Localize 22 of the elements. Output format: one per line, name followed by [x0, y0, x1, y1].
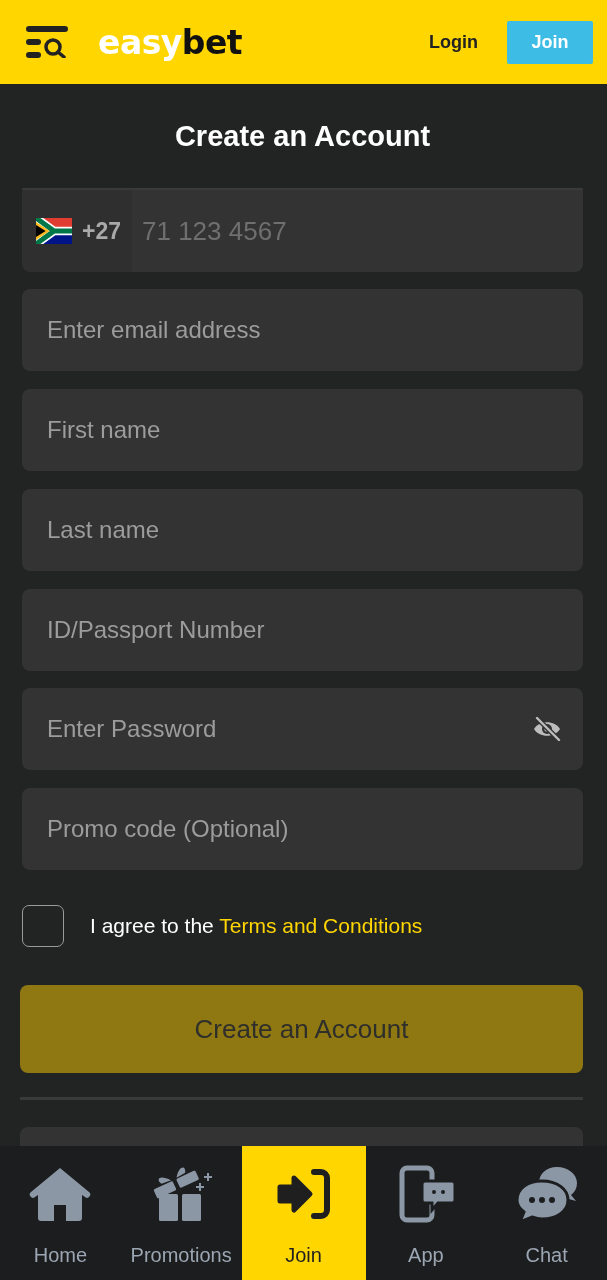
input-field[interactable]: Promo code (Optional)	[22, 788, 583, 870]
password-field[interactable]: Enter Password	[22, 688, 583, 770]
country-code-selector[interactable]: +27	[22, 190, 132, 272]
logo: easybet	[98, 25, 243, 59]
menu-search-icon[interactable]	[26, 26, 68, 58]
input-field[interactable]: First name	[22, 389, 583, 471]
nav-tab[interactable]: Chat	[486, 1146, 607, 1280]
phone-input[interactable]: 71 123 4567	[132, 190, 583, 272]
page-title: Create an Account	[173, 119, 432, 153]
nav-tab[interactable]: App	[365, 1146, 487, 1280]
terms-checkbox[interactable]	[22, 905, 64, 947]
nav-tab[interactable]: Home	[0, 1146, 121, 1280]
terms-link[interactable]: Terms and Conditions	[219, 914, 423, 937]
eye-slash-icon[interactable]	[533, 717, 561, 741]
login-button[interactable]: Login	[429, 31, 478, 53]
terms-text: I agree to the Terms and Conditions	[90, 914, 423, 938]
input-field[interactable]: Last name	[22, 489, 583, 571]
flag-icon	[36, 218, 72, 244]
input-field[interactable]: ID/Passport Number	[22, 589, 583, 671]
input-field[interactable]: Enter email address	[22, 289, 583, 371]
nav-tab[interactable]: Promotions	[120, 1146, 242, 1280]
nav-tab[interactable]: Join	[241, 1146, 366, 1280]
